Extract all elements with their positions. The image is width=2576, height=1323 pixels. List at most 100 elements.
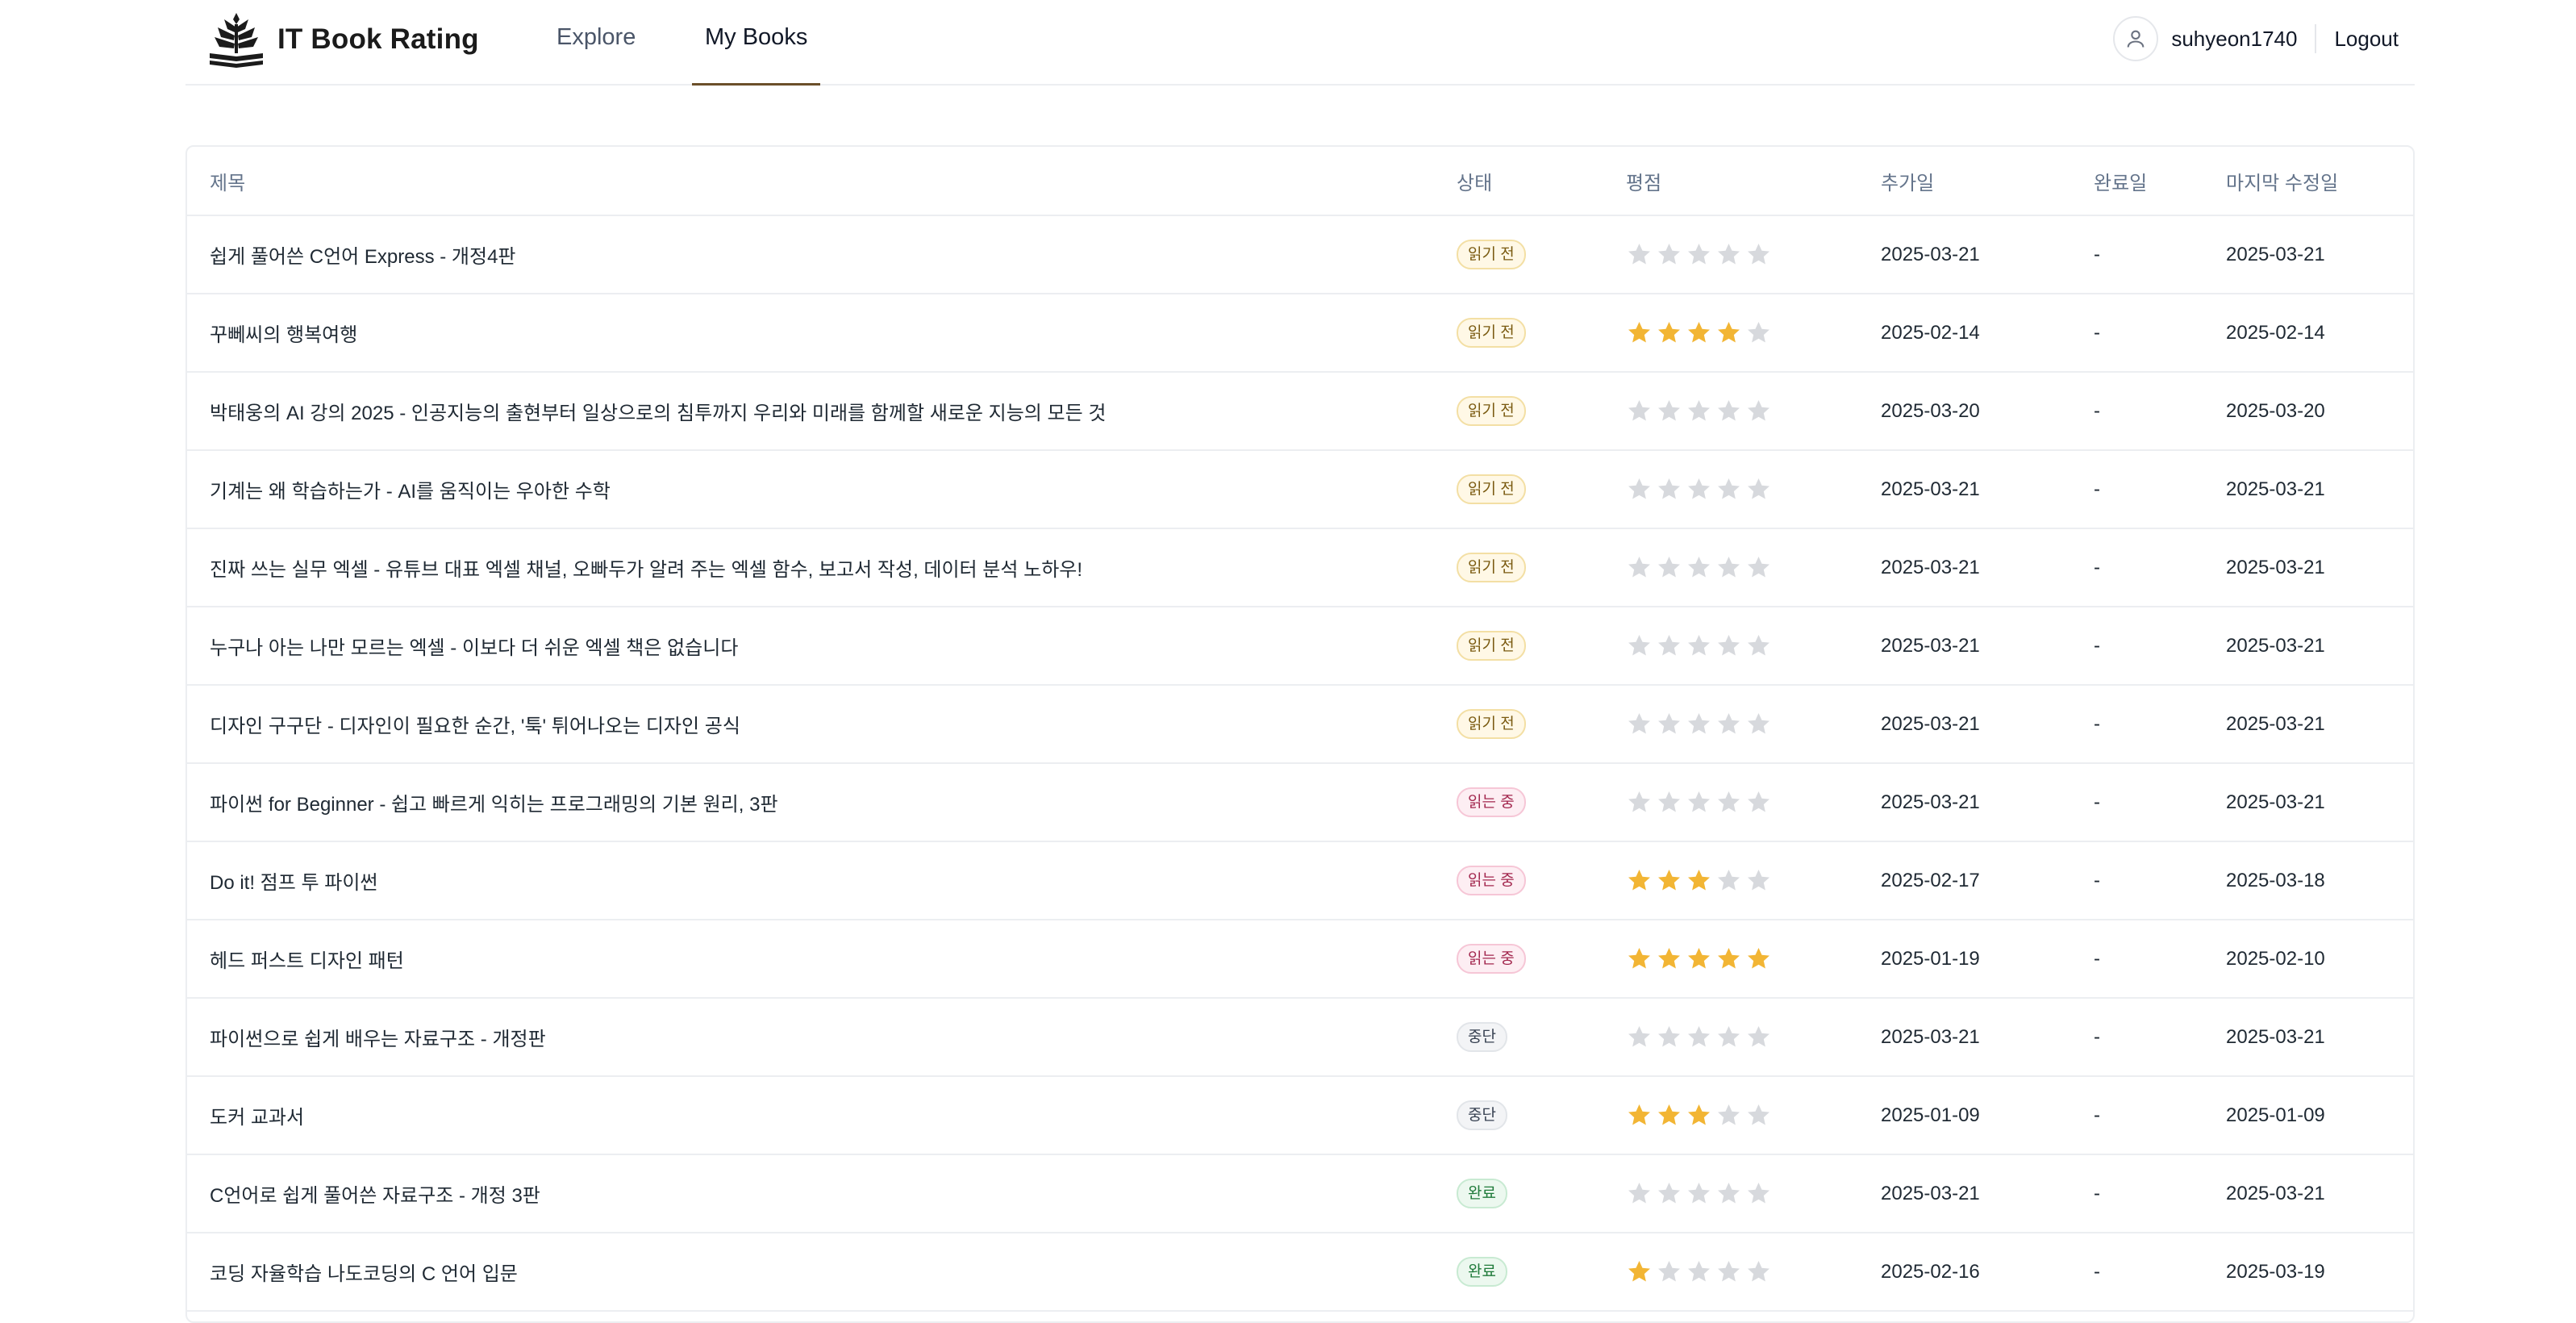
table-row[interactable]: 헤드 퍼스트 디자인 패턴 읽는 중 2025-01-19 - 2025-02-10 bbox=[187, 920, 2413, 999]
star-icon[interactable] bbox=[1715, 319, 1742, 346]
star-icon[interactable] bbox=[1626, 1102, 1653, 1129]
star-rating[interactable] bbox=[1626, 1102, 1772, 1129]
header-modified[interactable]: 마지막 수정일 bbox=[2226, 147, 2338, 215]
table-row[interactable]: 쉽게 풀어쓴 C언어 Express - 개정4판 읽기 전 2025-03-21 -… bbox=[187, 216, 2413, 294]
book-title[interactable]: 진짜 쓰는 실무 엑셀 - 유튜브 대표 엑셀 채널, 오빠두가 알려 주는 엑… bbox=[210, 529, 1082, 606]
header-added[interactable]: 추가일 bbox=[1881, 147, 1934, 215]
star-icon[interactable] bbox=[1626, 241, 1653, 268]
book-title[interactable]: C언어로 쉽게 풀어쓴 자료구조 - 개정 3판 bbox=[210, 1155, 540, 1232]
table-row[interactable]: 박태웅의 AI 강의 2025 - 인공지능의 출현부터 일상으로의 침투까지 … bbox=[187, 373, 2413, 451]
header-completed[interactable]: 완료일 bbox=[2094, 147, 2147, 215]
user-avatar-icon[interactable] bbox=[2113, 16, 2159, 61]
star-icon[interactable] bbox=[1656, 1102, 1682, 1129]
star-icon[interactable] bbox=[1686, 476, 1712, 503]
star-rating[interactable] bbox=[1626, 945, 1772, 972]
star-rating[interactable] bbox=[1626, 319, 1772, 346]
star-icon[interactable] bbox=[1656, 789, 1682, 816]
star-icon[interactable] bbox=[1745, 945, 1772, 972]
star-icon[interactable] bbox=[1715, 1102, 1742, 1129]
table-row[interactable]: 파이썬으로 쉽게 배우는 자료구조 - 개정판 중단 2025-03-21 - 2025… bbox=[187, 999, 2413, 1077]
star-icon[interactable] bbox=[1626, 398, 1653, 424]
book-title[interactable]: 디자인 구구단 - 디자인이 필요한 순간, '툭' 튀어나오는 디자인 공식 bbox=[210, 686, 740, 762]
star-icon[interactable] bbox=[1656, 554, 1682, 581]
brand-logo[interactable]: IT Book Rating bbox=[206, 11, 479, 68]
star-rating[interactable] bbox=[1626, 398, 1772, 424]
star-rating[interactable] bbox=[1626, 1258, 1772, 1285]
header-status[interactable]: 상태 bbox=[1457, 147, 1492, 215]
star-icon[interactable] bbox=[1686, 945, 1712, 972]
star-rating[interactable] bbox=[1626, 711, 1772, 737]
book-title[interactable]: 코딩 자율학습 나도코딩의 C 언어 입문 bbox=[210, 1233, 518, 1310]
star-icon[interactable] bbox=[1745, 867, 1772, 894]
star-rating[interactable] bbox=[1626, 1024, 1772, 1050]
star-icon[interactable] bbox=[1745, 789, 1772, 816]
table-row[interactable]: 도커 교과서 중단 2025-01-09 - 2025-01-09 bbox=[187, 1077, 2413, 1155]
star-rating[interactable] bbox=[1626, 554, 1772, 581]
table-row[interactable]: 기계는 왜 학습하는가 - AI를 움직이는 우아한 수학 읽기 전 2025-03… bbox=[187, 451, 2413, 529]
star-icon[interactable] bbox=[1715, 789, 1742, 816]
star-icon[interactable] bbox=[1715, 398, 1742, 424]
star-icon[interactable] bbox=[1626, 1024, 1653, 1050]
book-title[interactable]: 꾸뻬씨의 행복여행 bbox=[210, 294, 357, 371]
star-icon[interactable] bbox=[1626, 1180, 1653, 1207]
star-icon[interactable] bbox=[1656, 945, 1682, 972]
star-rating[interactable] bbox=[1626, 867, 1772, 894]
star-icon[interactable] bbox=[1626, 476, 1653, 503]
nav-explore[interactable]: Explore bbox=[544, 21, 648, 86]
star-rating[interactable] bbox=[1626, 241, 1772, 268]
table-row[interactable]: 파이썬 for Beginner - 쉽고 빠르게 익히는 프로그래밍의 기본 … bbox=[187, 764, 2413, 842]
star-icon[interactable] bbox=[1745, 1258, 1772, 1285]
book-title[interactable]: 기계는 왜 학습하는가 - AI를 움직이는 우아한 수학 bbox=[210, 451, 611, 528]
star-icon[interactable] bbox=[1656, 711, 1682, 737]
star-icon[interactable] bbox=[1745, 632, 1772, 659]
star-icon[interactable] bbox=[1656, 319, 1682, 346]
star-icon[interactable] bbox=[1626, 1258, 1653, 1285]
star-icon[interactable] bbox=[1715, 554, 1742, 581]
star-icon[interactable] bbox=[1656, 1180, 1682, 1207]
star-icon[interactable] bbox=[1686, 241, 1712, 268]
star-icon[interactable] bbox=[1656, 476, 1682, 503]
star-icon[interactable] bbox=[1745, 1180, 1772, 1207]
star-icon[interactable] bbox=[1656, 867, 1682, 894]
star-icon[interactable] bbox=[1686, 554, 1712, 581]
table-row[interactable]: Do it! 점프 투 파이썬 읽는 중 2025-02-17 - 2025-03-18 bbox=[187, 842, 2413, 920]
star-icon[interactable] bbox=[1686, 789, 1712, 816]
star-icon[interactable] bbox=[1686, 1258, 1712, 1285]
star-icon[interactable] bbox=[1745, 476, 1772, 503]
star-icon[interactable] bbox=[1715, 1258, 1742, 1285]
star-rating[interactable] bbox=[1626, 789, 1772, 816]
star-icon[interactable] bbox=[1656, 1024, 1682, 1050]
logout-button[interactable]: Logout bbox=[2334, 27, 2399, 52]
star-icon[interactable] bbox=[1745, 398, 1772, 424]
star-icon[interactable] bbox=[1715, 632, 1742, 659]
table-row[interactable]: C언어로 쉽게 풀어쓴 자료구조 - 개정 3판 완료 2025-03-21 - 202… bbox=[187, 1155, 2413, 1233]
star-icon[interactable] bbox=[1626, 554, 1653, 581]
star-icon[interactable] bbox=[1686, 867, 1712, 894]
star-icon[interactable] bbox=[1715, 867, 1742, 894]
star-icon[interactable] bbox=[1626, 789, 1653, 816]
star-icon[interactable] bbox=[1745, 1024, 1772, 1050]
star-icon[interactable] bbox=[1686, 1180, 1712, 1207]
book-title[interactable]: Do it! 점프 투 파이썬 bbox=[210, 842, 378, 919]
star-icon[interactable] bbox=[1715, 1180, 1742, 1207]
star-icon[interactable] bbox=[1626, 867, 1653, 894]
table-row[interactable]: 디자인 구구단 - 디자인이 필요한 순간, '툭' 튀어나오는 디자인 공식 읽… bbox=[187, 686, 2413, 764]
book-title[interactable]: 누구나 아는 나만 모르는 엑셀 - 이보다 더 쉬운 엑셀 책은 없습니다 bbox=[210, 607, 738, 684]
star-icon[interactable] bbox=[1656, 241, 1682, 268]
star-icon[interactable] bbox=[1745, 241, 1772, 268]
star-icon[interactable] bbox=[1656, 398, 1682, 424]
star-icon[interactable] bbox=[1656, 1258, 1682, 1285]
star-icon[interactable] bbox=[1715, 945, 1742, 972]
star-icon[interactable] bbox=[1626, 711, 1653, 737]
star-icon[interactable] bbox=[1626, 945, 1653, 972]
nav-my-books[interactable]: My Books bbox=[692, 21, 821, 86]
header-title[interactable]: 제목 bbox=[210, 147, 245, 215]
star-icon[interactable] bbox=[1745, 711, 1772, 737]
book-title[interactable]: 박태웅의 AI 강의 2025 - 인공지능의 출현부터 일상으로의 침투까지 … bbox=[210, 373, 1106, 449]
book-title[interactable]: 파이썬 for Beginner - 쉽고 빠르게 익히는 프로그래밍의 기본 … bbox=[210, 764, 778, 841]
star-icon[interactable] bbox=[1656, 632, 1682, 659]
star-icon[interactable] bbox=[1745, 319, 1772, 346]
star-icon[interactable] bbox=[1715, 241, 1742, 268]
star-icon[interactable] bbox=[1626, 319, 1653, 346]
table-row[interactable]: 코딩 자율학습 나도코딩의 C 언어 입문 완료 2025-02-16 - 2025-0… bbox=[187, 1233, 2413, 1312]
